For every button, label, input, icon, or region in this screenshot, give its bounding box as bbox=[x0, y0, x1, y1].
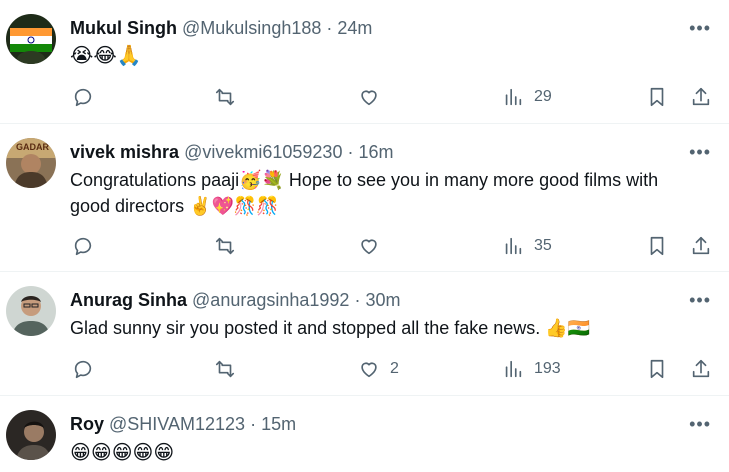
tweet-text: Congratulations paaji🥳💐 Hope to see you … bbox=[70, 167, 720, 219]
tweet-text-content: Glad sunny sir you posted it and stopped… bbox=[70, 318, 591, 338]
avatar[interactable] bbox=[6, 410, 56, 460]
timestamp[interactable]: 30m bbox=[365, 290, 400, 310]
avatar-image bbox=[6, 410, 56, 460]
share-icon bbox=[692, 359, 710, 378]
avatar[interactable]: GADAR bbox=[6, 138, 56, 188]
avatar-image bbox=[6, 14, 56, 64]
user-handle[interactable]: @anuragsinha1992 bbox=[192, 290, 349, 310]
views-chart-icon bbox=[505, 237, 522, 255]
bookmark-icon bbox=[650, 359, 664, 379]
retweet-icon bbox=[215, 360, 235, 378]
heart-icon bbox=[361, 90, 377, 106]
reply-button[interactable] bbox=[72, 85, 94, 109]
bookmark-button[interactable] bbox=[646, 357, 668, 381]
tweet-header: Roy @SHIVAM12123 · 15m bbox=[70, 413, 296, 435]
user-handle[interactable]: @Mukulsingh188 bbox=[182, 18, 321, 38]
avatar-image: GADAR bbox=[6, 138, 56, 188]
share-icon bbox=[692, 236, 710, 255]
display-name[interactable]: Anurag Sinha bbox=[70, 290, 187, 310]
reply-feed: Mukul Singh @Mukulsingh188 · 24m ••• 😭😂🙏… bbox=[0, 0, 729, 472]
like-button[interactable] bbox=[358, 234, 380, 258]
heart-icon bbox=[361, 239, 377, 255]
heart-icon bbox=[361, 362, 377, 378]
share-icon bbox=[692, 87, 710, 106]
display-name[interactable]: Mukul Singh bbox=[70, 18, 177, 38]
more-options-icon[interactable]: ••• bbox=[689, 19, 711, 37]
separator-dot: · bbox=[354, 290, 361, 310]
more-options-icon[interactable]: ••• bbox=[689, 415, 711, 433]
retweet-icon bbox=[215, 88, 235, 106]
like-button[interactable] bbox=[358, 85, 380, 109]
tweet-text-content: 😁😁😁😁😁 bbox=[70, 440, 175, 464]
share-button[interactable] bbox=[690, 85, 712, 109]
tweet-header: vivek mishra @vivekmi61059230 · 16m bbox=[70, 141, 394, 163]
likes-count: 2 bbox=[390, 360, 399, 377]
reply-tweet[interactable]: Roy @SHIVAM12123 · 15m ••• 😁😁😁😁😁 bbox=[0, 396, 729, 472]
timestamp[interactable]: 16m bbox=[359, 142, 394, 162]
tweet-text: 😭😂🙏 bbox=[70, 42, 720, 69]
display-name[interactable]: Roy bbox=[70, 414, 104, 434]
tweet-text-content: 😭😂🙏 bbox=[70, 43, 142, 67]
reply-button[interactable] bbox=[72, 357, 94, 381]
action-bar: 29 bbox=[70, 85, 720, 109]
views-button[interactable]: 193 bbox=[502, 357, 561, 381]
retweet-button[interactable] bbox=[214, 234, 236, 258]
svg-text:GADAR: GADAR bbox=[16, 142, 49, 152]
bookmark-button[interactable] bbox=[646, 234, 668, 258]
views-count: 35 bbox=[534, 237, 552, 254]
action-bar: 35 bbox=[70, 234, 720, 258]
retweet-icon bbox=[215, 237, 235, 255]
more-options-icon[interactable]: ••• bbox=[689, 143, 711, 161]
display-name[interactable]: vivek mishra bbox=[70, 142, 179, 162]
reply-tweet[interactable]: GADAR vivek mishra @vivekmi61059230 · 16… bbox=[0, 124, 729, 272]
tweet-text: Glad sunny sir you posted it and stopped… bbox=[70, 315, 720, 341]
avatar[interactable] bbox=[6, 14, 56, 64]
tweet-text: 😁😁😁😁😁 bbox=[70, 439, 720, 466]
bookmark-icon bbox=[650, 87, 664, 107]
more-options-icon[interactable]: ••• bbox=[689, 291, 711, 309]
action-bar: 2 193 bbox=[70, 357, 720, 381]
views-chart-icon bbox=[505, 88, 522, 106]
avatar-image bbox=[6, 286, 56, 336]
like-button[interactable]: 2 bbox=[358, 357, 399, 381]
retweet-button[interactable] bbox=[214, 85, 236, 109]
share-button[interactable] bbox=[690, 234, 712, 258]
user-handle[interactable]: @SHIVAM12123 bbox=[109, 414, 245, 434]
views-button[interactable]: 35 bbox=[502, 234, 552, 258]
share-button[interactable] bbox=[690, 357, 712, 381]
views-button[interactable]: 29 bbox=[502, 85, 552, 109]
timestamp[interactable]: 15m bbox=[261, 414, 296, 434]
reply-tweet[interactable]: Anurag Sinha @anuragsinha1992 · 30m ••• … bbox=[0, 272, 729, 396]
timestamp[interactable]: 24m bbox=[337, 18, 372, 38]
views-chart-icon bbox=[505, 360, 522, 378]
views-count: 29 bbox=[534, 88, 552, 105]
reply-icon bbox=[74, 360, 92, 379]
tweet-header: Mukul Singh @Mukulsingh188 · 24m bbox=[70, 17, 372, 39]
bookmark-button[interactable] bbox=[646, 85, 668, 109]
views-count: 193 bbox=[534, 360, 561, 377]
reply-icon bbox=[74, 237, 92, 256]
separator-dot: · bbox=[250, 414, 257, 434]
separator-dot: · bbox=[347, 142, 354, 162]
reply-tweet[interactable]: Mukul Singh @Mukulsingh188 · 24m ••• 😭😂🙏… bbox=[0, 0, 729, 124]
reply-button[interactable] bbox=[72, 234, 94, 258]
avatar[interactable] bbox=[6, 286, 56, 336]
retweet-button[interactable] bbox=[214, 357, 236, 381]
tweet-text-line: Congratulations paaji🥳💐 Hope to see you … bbox=[70, 170, 659, 190]
bookmark-icon bbox=[650, 236, 664, 256]
tweet-text-line: good directors ✌️💖🎊🎊 bbox=[70, 196, 279, 216]
user-handle[interactable]: @vivekmi61059230 bbox=[184, 142, 342, 162]
separator-dot: · bbox=[326, 18, 333, 38]
reply-icon bbox=[74, 88, 92, 107]
tweet-header: Anurag Sinha @anuragsinha1992 · 30m bbox=[70, 289, 400, 311]
